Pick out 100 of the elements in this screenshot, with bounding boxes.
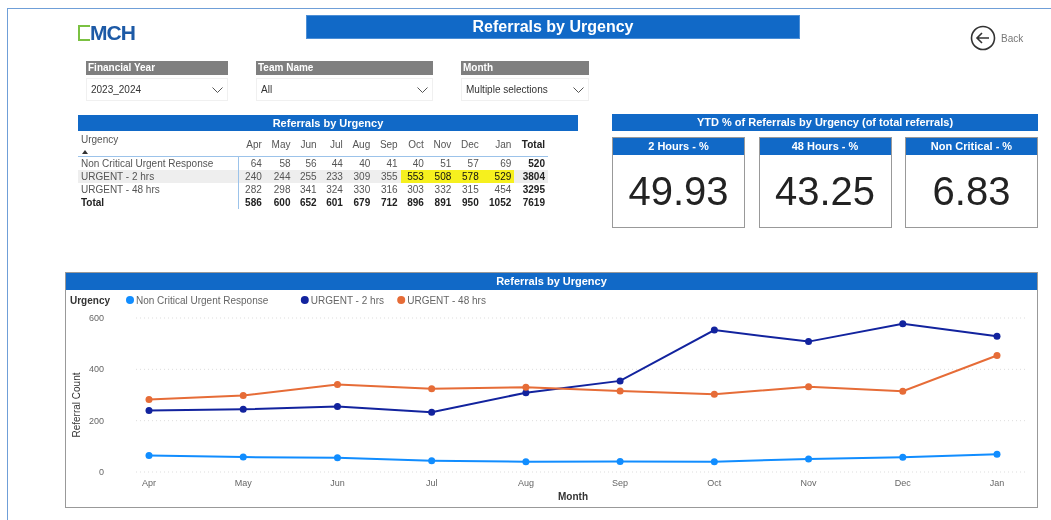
total-cell: 3804 [514,170,548,183]
legend-title: Urgency [70,295,110,306]
kpi-value: 6.83 [931,167,1012,215]
table-cell-text: 601 [325,196,344,209]
table-cell: 244 [264,170,294,183]
row-header[interactable]: URGENT - 48 hrs [78,183,239,196]
point [805,455,813,463]
slicer-dropdown[interactable]: Multiple selections [461,78,589,101]
point [899,387,907,395]
kpi-label: 48 Hours - % [759,138,891,155]
table-cell: 341 [293,183,320,196]
table-cell: 44 [319,156,346,170]
y-tick-label: 600 [88,313,104,323]
point [805,383,813,391]
point [145,396,153,404]
point [428,408,436,416]
y-tick-label: 400 [88,364,104,375]
point [333,454,341,462]
highlighted-cell: 508 [426,170,455,183]
x-tick-label: Jan [989,478,1005,488]
table-cell: 316 [373,183,401,196]
kpi-group-title: YTD % of Referrals by Urgency (of total referrals) [612,114,1038,131]
slicer-dropdown[interactable]: All [256,78,433,101]
column-header[interactable]: Aug [345,132,374,157]
table-cell-text: 896 [406,196,425,209]
table-cell: 240 [238,170,265,183]
total-cell: 3295 [514,183,548,196]
column-header[interactable]: Jan [481,132,515,157]
point [710,458,718,466]
point [239,392,247,400]
y-axis-title: Referral Count [71,372,82,438]
x-tick-label: Aug [517,478,534,488]
table-cell: 41 [373,156,401,170]
point [428,457,436,465]
x-axis-title: Month [558,491,588,502]
table-cell: 298 [264,183,294,196]
point [428,385,436,393]
point [239,453,247,461]
column-header[interactable]: Sep [373,132,401,157]
column-header[interactable]: Urgency [78,132,239,157]
point [522,383,530,391]
column-header[interactable]: Jun [293,132,320,157]
kpi-label: 2 Hours - % [613,138,744,155]
table-cell: 58 [264,156,294,170]
table-cell-text: 950 [461,196,480,209]
highlighted-cell: 553 [400,170,427,183]
chart-title: Referrals by Urgency [66,273,1037,290]
point [710,390,718,398]
point [333,403,341,411]
table-cell: 69 [481,156,515,170]
table-title: Referrals by Urgency [78,115,578,131]
column-header[interactable]: May [264,132,294,157]
table-cell-text: 712 [380,196,399,209]
point [899,320,907,328]
table-cell: 324 [319,183,346,196]
table-cell: 303 [400,183,427,196]
table-cell: 332 [426,183,455,196]
legend-item[interactable]: URGENT - 2 hrs [300,295,384,306]
column-header[interactable]: Total [514,132,548,157]
x-tick-label: Oct [707,478,722,488]
legend-item[interactable]: Non Critical Urgent Response [126,295,269,306]
back-button[interactable]: Back [970,25,1024,51]
point [616,387,624,395]
x-tick-label: Jun [330,478,345,488]
table-cell-text: 652 [298,196,318,209]
x-tick-label: May [234,478,252,488]
point [616,377,624,385]
column-header[interactable]: Nov [426,132,455,157]
total-cell-text: 7619 [521,196,546,209]
point [993,332,1001,340]
chevron-down-icon [573,86,584,93]
slicer-dropdown[interactable]: 2023_2024 [86,78,228,101]
table-cell: 315 [454,183,482,196]
column-header[interactable]: Oct [400,132,427,157]
column-header[interactable]: Dec [454,132,482,157]
point [805,338,813,346]
chevron-down-icon [212,86,223,93]
row-header[interactable]: Total [78,196,239,209]
kpi-value: 49.93 [627,167,730,215]
table-cell: 586 [238,196,265,209]
column-header[interactable]: Jul [319,132,346,157]
slicer-label: Financial Year [86,61,228,75]
point [616,457,624,465]
table-cell-text: 600 [272,196,292,209]
point [145,406,153,414]
table-cell: 355 [373,170,401,183]
slicer-label: Month [461,61,589,75]
legend-item[interactable]: URGENT - 48 hrs [397,295,486,306]
y-tick-label: 0 [99,467,104,477]
column-header[interactable]: Apr [238,132,265,157]
point [333,380,341,388]
point [710,326,718,334]
logo-bracket-icon [78,25,90,41]
kpi-label: Non Critical - % [906,138,1037,155]
table-cell: 40 [345,156,374,170]
row-header[interactable]: URGENT - 2 hrs [78,170,239,183]
table-cell-text: 679 [352,196,372,209]
x-tick-label: Sep [612,478,629,488]
logo-text: MCH [90,21,135,45]
table-cell: 330 [345,183,374,196]
